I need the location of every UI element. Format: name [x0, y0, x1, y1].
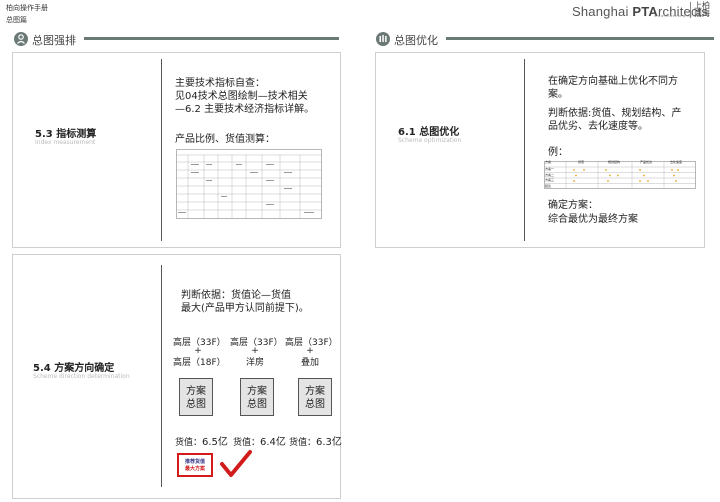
product-ratio-table: [176, 149, 322, 219]
logo-divider: [690, 2, 691, 18]
card-61-text-4: 品优劣、去化速度等。: [548, 121, 648, 132]
card-61-text-2: 案。: [548, 89, 568, 100]
right-section-rule: [446, 37, 714, 40]
card-61-subtitle: Scheme optimization: [398, 137, 462, 144]
option-2-value: 6.4亿: [260, 437, 286, 448]
card-53-divider: [161, 59, 162, 241]
card-54-text-2: 最大(产品甲方认同前提下)。: [181, 303, 309, 314]
section-name: 总图篇: [6, 16, 27, 24]
card-61-title: 6.1 总图优化: [398, 127, 460, 138]
option-2-plus: +: [251, 346, 259, 356]
option-3-value: 6.3亿: [316, 437, 342, 448]
card-53-text-1: 主要技术指标自查：: [175, 78, 265, 89]
card-index-measurement: 5.3 指标测算 Index measurement 主要技术指标自查： 见04…: [12, 52, 341, 248]
option-1-plan-box: 方案 总图: [179, 378, 213, 416]
option-3-plan-box: 方案 总图: [298, 378, 332, 416]
right-section-title: 总图优化: [394, 34, 438, 47]
row-scheme-3: 方案三: [545, 178, 555, 182]
card-54-subtitle: Scheme direction determination: [33, 373, 130, 380]
option-3-line2: 叠加: [300, 358, 319, 368]
stamp-line1: 推荐货值: [184, 459, 205, 465]
option-1-value: 6.5亿: [202, 437, 228, 448]
option-2-plan-box: 方案 总图: [240, 378, 274, 416]
th-product: 产品优劣: [640, 160, 653, 164]
th-structure: 规划结构: [608, 160, 621, 164]
option-1-box-top: 方案: [186, 386, 206, 397]
logo-cn-bottom: 南海: [694, 9, 710, 18]
option-1: 高层（33F） + 高层（18F）: [173, 335, 226, 368]
person-icon: [14, 32, 28, 46]
card-61-text-1: 在确定方向基础上优化不同方: [548, 76, 678, 87]
option-3-value-row: 货值：6.3亿: [289, 430, 342, 449]
card-scheme-direction: 5.4 方案方向确定 Scheme direction determinatio…: [12, 254, 342, 499]
card-61-divider: [524, 59, 525, 241]
th-scheme: 方案: [545, 160, 552, 164]
card-54-text-1: 判断依据：货值论—货值: [181, 290, 291, 301]
left-section-title: 总图强排: [32, 34, 76, 47]
option-1-value-prefix: 货值：: [175, 438, 203, 448]
card-54-title: 5.4 方案方向确定: [33, 363, 115, 374]
card-61-text-6: 综合最优为最终方案: [548, 214, 638, 225]
card-54-divider: [161, 265, 162, 487]
row-scheme-2: 方案二: [545, 172, 555, 177]
option-1-plus: +: [194, 346, 202, 356]
left-section-rule: [84, 37, 339, 40]
option-2: 高层（33F） + 洋房: [230, 335, 283, 368]
stamp-line2: 最大方案: [184, 466, 205, 472]
th-speed: 去化速度: [670, 160, 683, 164]
manual-title: 柏向操作手册: [6, 4, 48, 12]
option-2-value-row: 货值：6.4亿: [233, 430, 286, 449]
option-2-value-prefix: 货值：: [233, 438, 261, 448]
logo-text-a: Shanghai: [572, 4, 633, 19]
card-61-text-3: 判断依据:货值、规划结构、产: [548, 108, 682, 119]
card-53-text-4: 产品比例、货值测算：: [175, 134, 275, 145]
option-2-box-top: 方案: [247, 386, 267, 397]
card-53-text-3: —6.2 主要技术经济指标详解。: [175, 104, 315, 115]
option-2-box-bottom: 总图: [247, 399, 267, 410]
card-53-text-2: 见04技术总图绘制—技术相关: [175, 91, 308, 102]
option-2-line2: 洋房: [245, 358, 264, 368]
card-53-title: 5.3 指标测算: [35, 129, 97, 140]
option-1-value-row: 货值：6.5亿: [175, 430, 228, 449]
card-53-subtitle: Index measurement: [35, 139, 96, 146]
option-3: 高层（33F） + 叠加: [285, 335, 338, 368]
th-value: 货值: [578, 160, 585, 164]
checkmark-icon: [219, 449, 253, 483]
comparison-table: 方案 货值 规划结构 产品优劣 去化速度 方案一 方案二 方案三 结论: [544, 160, 696, 189]
recommended-stamp: 推荐货值 最大方案: [177, 453, 213, 477]
card-scheme-optimization: 6.1 总图优化 Scheme optimization 在确定方向基础上优化不…: [375, 52, 705, 248]
option-3-box-top: 方案: [305, 386, 325, 397]
row-conclusion: 结论: [545, 183, 552, 188]
option-3-box-bottom: 总图: [305, 399, 325, 410]
card-61-text-5: 确定方案：: [548, 200, 598, 211]
option-1-box-bottom: 总图: [186, 399, 206, 410]
example-label: 例：: [548, 147, 568, 158]
option-3-value-prefix: 货值：: [289, 438, 317, 448]
columns-icon: [376, 32, 390, 46]
option-3-plus: +: [306, 346, 314, 356]
row-scheme-1: 方案一: [545, 167, 555, 171]
option-1-line2: 高层（18F）: [173, 358, 226, 368]
